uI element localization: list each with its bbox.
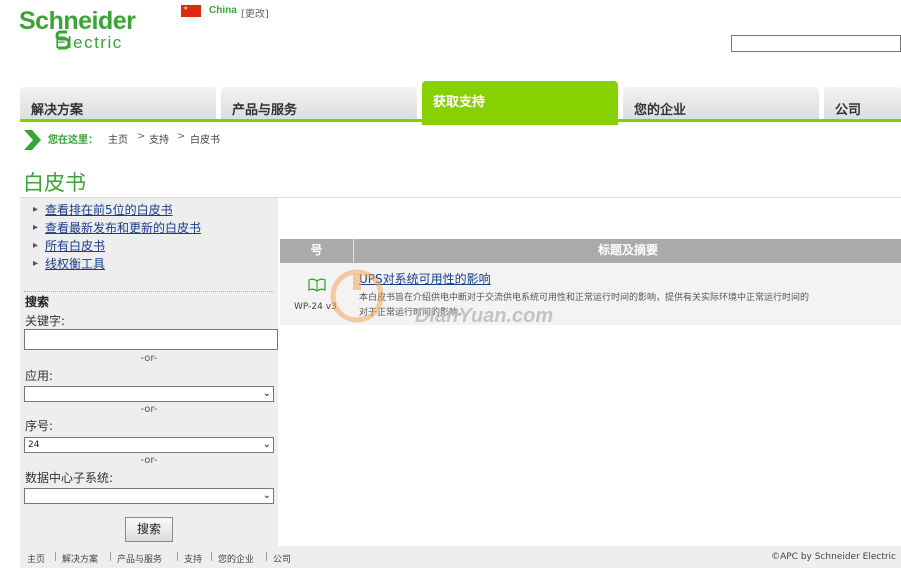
breadcrumb-support[interactable]: 支持 bbox=[149, 131, 169, 146]
sidebar-link-tradeoff-tools[interactable]: 线权衡工具 bbox=[20, 257, 278, 275]
chevron-down-icon: ⌄ bbox=[262, 490, 271, 501]
footer-link-home[interactable]: 主页 bbox=[27, 552, 45, 565]
footer-separator: | bbox=[265, 552, 269, 562]
table-row: WP-24 v3 UPS对系统可用性的影响 本白皮书旨在介绍供电中断对于交流供电… bbox=[280, 263, 901, 325]
main-nav: 解决方案 产品与服务 获取支持 您的企业 公司 bbox=[20, 81, 901, 125]
whitepaper-code: WP-24 v3 bbox=[294, 302, 337, 312]
footer-separator: | bbox=[210, 552, 214, 562]
nav-underline bbox=[20, 119, 901, 122]
footer-link-solutions[interactable]: 解决方案 bbox=[62, 552, 98, 565]
footer-copyright: ©APC by Schneider Electric bbox=[771, 552, 896, 562]
book-icon bbox=[308, 278, 326, 292]
whitepaper-abstract-cont: 对于正常运行时间的影响。 bbox=[359, 308, 468, 318]
logo-mark-icon bbox=[55, 30, 71, 50]
sidebar-link-latest[interactable]: 查看最新发布和更新的白皮书 bbox=[20, 221, 278, 239]
tab-solutions[interactable]: 解决方案 bbox=[20, 87, 216, 121]
footer-separator: | bbox=[109, 552, 113, 562]
breadcrumb-arrow-icon bbox=[24, 130, 41, 150]
page-title: 白皮书 bbox=[23, 171, 86, 195]
or-divider: -or- bbox=[140, 404, 158, 415]
sidebar-link-all[interactable]: 所有白皮书 bbox=[20, 239, 278, 257]
number-select-value: 24 bbox=[28, 440, 40, 450]
china-flag-icon: ★ bbox=[181, 5, 201, 17]
breadcrumb-home[interactable]: 主页 bbox=[108, 131, 128, 146]
keyword-label: 关键字: bbox=[25, 314, 66, 328]
sidebar-links: 查看排在前5位的白皮书 查看最新发布和更新的白皮书 所有白皮书 线权衡工具 bbox=[20, 203, 278, 275]
search-button[interactable]: 搜索 bbox=[125, 517, 173, 542]
search-heading: 搜索 bbox=[25, 295, 50, 309]
keyword-input[interactable] bbox=[24, 329, 278, 350]
col-header-number[interactable]: 号 bbox=[280, 239, 354, 263]
subsystem-select[interactable]: ⌄ bbox=[24, 488, 274, 504]
col-header-title[interactable]: 标题及摘要 bbox=[355, 239, 901, 263]
sidebar: 查看排在前5位的白皮书 查看最新发布和更新的白皮书 所有白皮书 线权衡工具 搜索… bbox=[20, 198, 278, 546]
or-divider: -or- bbox=[140, 455, 158, 466]
number-select[interactable]: 24 ⌄ bbox=[24, 437, 274, 453]
chevron-down-icon: ⌄ bbox=[262, 388, 271, 399]
footer-link-company[interactable]: 公司 bbox=[273, 552, 291, 565]
breadcrumb-separator: > bbox=[177, 131, 186, 142]
tab-company[interactable]: 公司 bbox=[824, 87, 901, 121]
or-divider: -or- bbox=[140, 353, 158, 364]
change-country-link[interactable]: [更改] bbox=[241, 5, 269, 20]
results-table-header: 号 标题及摘要 bbox=[280, 239, 901, 263]
logo-line1: Schneider bbox=[19, 7, 136, 35]
footer-link-support[interactable]: 支持 bbox=[184, 552, 202, 565]
footer: 主页 | 解决方案 | 产品与服务 | 支持 | 您的企业 | 公司 ©APC … bbox=[20, 546, 901, 568]
subsystem-label: 数据中心子系统: bbox=[25, 471, 114, 485]
whitepaper-title-link[interactable]: UPS对系统可用性的影响 bbox=[359, 270, 491, 287]
footer-separator: | bbox=[54, 552, 58, 562]
sidebar-divider bbox=[24, 291, 274, 292]
whitepaper-abstract: 本白皮书旨在介绍供电中断对于交流供电系统可用性和正常运行时间的影响，提供有关实际… bbox=[359, 293, 810, 303]
tab-products-services[interactable]: 产品与服务 bbox=[221, 87, 417, 121]
footer-separator: | bbox=[176, 552, 180, 562]
tab-your-business[interactable]: 您的企业 bbox=[623, 87, 819, 121]
site-search-input[interactable] bbox=[731, 35, 901, 52]
schneider-electric-logo[interactable]: Schneider Electric bbox=[19, 8, 169, 54]
sidebar-link-top5[interactable]: 查看排在前5位的白皮书 bbox=[20, 203, 278, 221]
footer-link-products[interactable]: 产品与服务 bbox=[117, 552, 162, 565]
application-select[interactable]: ⌄ bbox=[24, 386, 274, 402]
country-name: China bbox=[209, 5, 237, 16]
chevron-down-icon: ⌄ bbox=[262, 439, 271, 450]
footer-link-business[interactable]: 您的企业 bbox=[218, 552, 254, 565]
breadcrumb-label: 您在这里： bbox=[48, 135, 98, 146]
breadcrumb-current: 白皮书 bbox=[190, 135, 220, 146]
number-label: 序号: bbox=[25, 419, 54, 433]
breadcrumb-separator: > bbox=[137, 131, 146, 142]
application-label: 应用: bbox=[25, 369, 54, 383]
